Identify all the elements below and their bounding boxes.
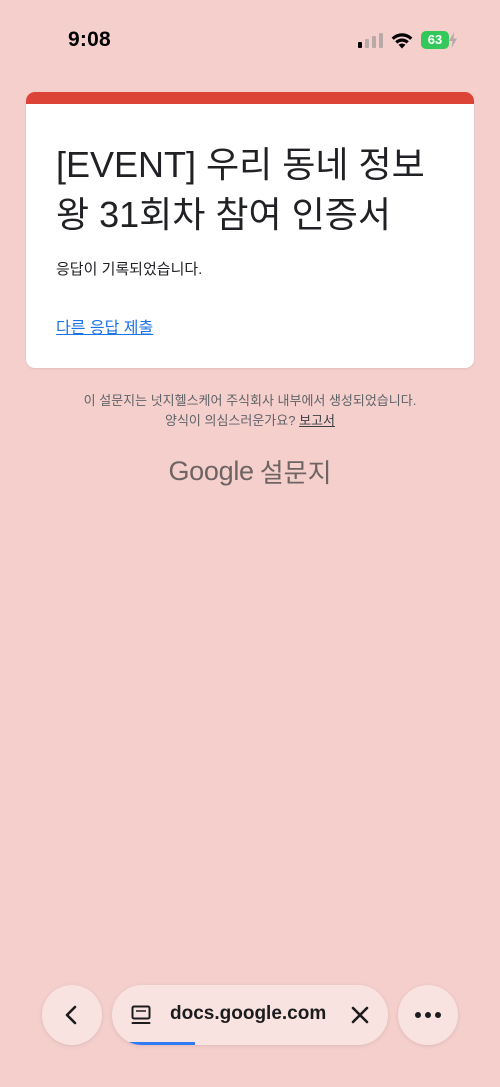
battery-level: 63 bbox=[421, 31, 449, 49]
submit-another-response-link[interactable]: 다른 응답 제출 bbox=[56, 314, 153, 338]
url-text[interactable]: docs.google.com bbox=[170, 1003, 326, 1025]
brand-forms: 설문지 bbox=[259, 458, 332, 488]
address-bar[interactable]: docs.google.com bbox=[112, 985, 388, 1045]
suspicious-prompt: 양식이 의심스러운가요? bbox=[165, 413, 296, 428]
report-link[interactable]: 보고서 bbox=[299, 413, 335, 428]
battery-icon: 63 bbox=[421, 31, 457, 49]
form-title: [EVENT] 우리 동네 정보왕 31회차 참여 인증서 bbox=[56, 144, 425, 235]
confirmation-message: 응답이 기록되었습니다. bbox=[56, 261, 203, 278]
brand-google: Google bbox=[168, 456, 254, 486]
more-horizontal-icon bbox=[415, 1012, 441, 1018]
more-button[interactable] bbox=[398, 985, 458, 1045]
created-notice: 이 설문지는 넛지헬스케어 주식회사 내부에서 생성되었습니다. bbox=[83, 393, 417, 408]
chevron-left-icon bbox=[65, 1005, 77, 1025]
status-time: 9:08 bbox=[68, 28, 111, 51]
charging-bolt-icon bbox=[449, 32, 457, 48]
confirmation-card: [EVENT] 우리 동네 정보왕 31회차 참여 인증서 응답이 기록되었습니… bbox=[26, 92, 474, 368]
back-button[interactable] bbox=[42, 985, 102, 1045]
google-forms-logo[interactable]: Google 설문지 bbox=[0, 453, 500, 490]
wifi-icon bbox=[391, 33, 413, 49]
page-load-progress bbox=[112, 1042, 195, 1045]
status-bar: 9:08 63 bbox=[0, 0, 500, 80]
report-line: 양식이 의심스러운가요? 보고서 bbox=[0, 410, 500, 429]
tab-icon[interactable] bbox=[130, 1004, 152, 1026]
cellular-signal-icon bbox=[358, 32, 384, 48]
card-accent-bar bbox=[26, 92, 474, 104]
close-icon[interactable] bbox=[350, 1005, 370, 1025]
